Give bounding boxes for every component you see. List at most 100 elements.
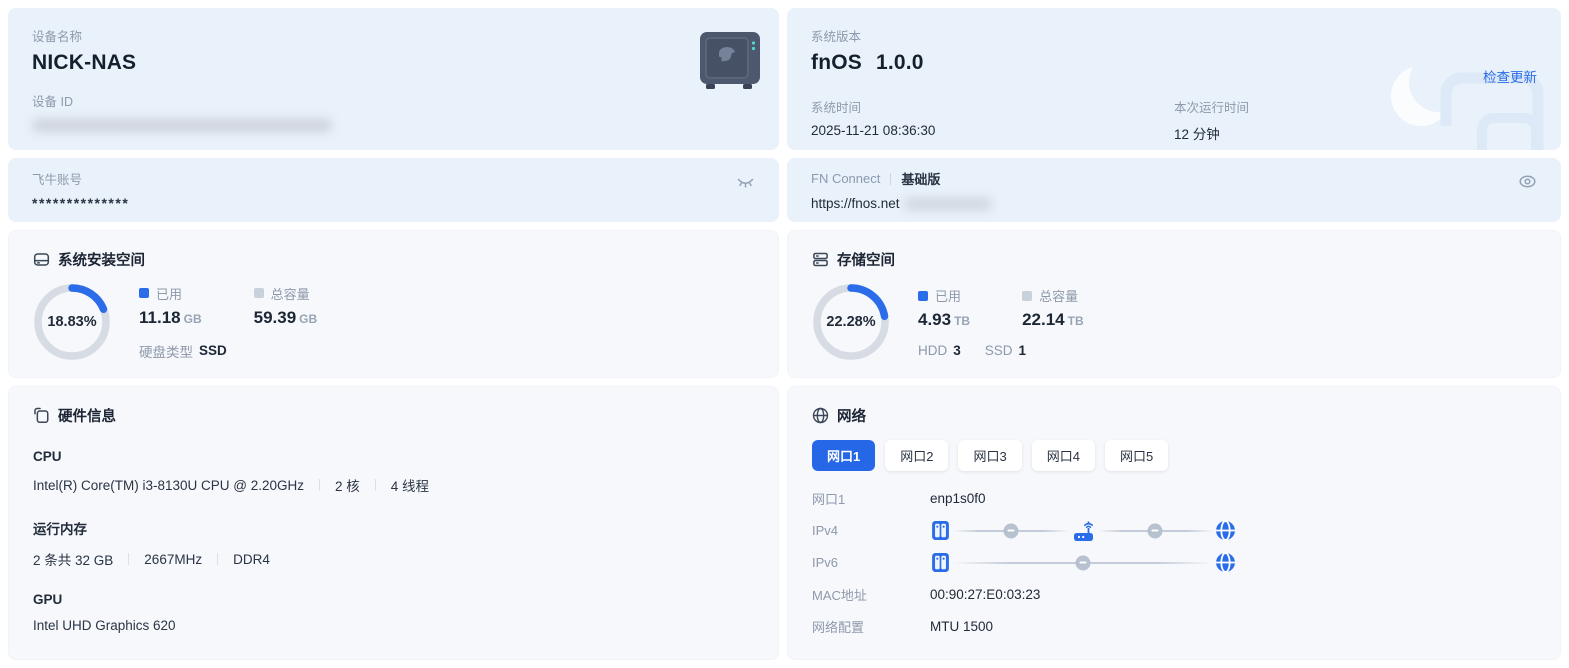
storage-title-row: 存储空间 [812,249,1536,270]
memory-speed: 2667MHz [144,551,203,567]
disk-type-row: 硬盘类型 SSD [139,341,317,361]
nas-device-icon [697,30,763,97]
ssd-label: SSD [984,343,1013,358]
storage-title: 存储空间 [837,253,895,269]
storage-gauge: 22.28% 已用 总容量 4.93 TB 22.14 TB HDD 3 SSD… [812,283,1536,361]
cpu-heading: CPU [33,449,62,464]
link-segment [953,523,1069,538]
device-id-blurred-value [32,119,332,132]
cpu-cores: 2 核 [335,479,360,494]
used-swatch [918,290,928,301]
total-value: 59.39 GB [253,307,318,327]
total-legend-key: 总容量 [253,284,318,303]
memory-heading: 运行内存 [33,522,87,537]
link-segment [953,555,1213,570]
eye-open-icon[interactable] [1516,171,1539,192]
link-status-dot [1075,555,1091,570]
version-card: 系统版本 fnOS 1.0.0 检查更新 系统时间 2025-11-21 08:… [787,8,1561,150]
tab-port-5[interactable]: 网口5 [1104,440,1169,471]
ipv4-topology-diagram [930,520,1236,542]
used-value: 11.18 GB [139,307,202,327]
memory-spec-line: 2 条共 32 GB 2667MHz DDR4 [33,549,754,569]
port-name-value: enp1s0f0 [930,491,986,506]
network-card: 网络 网口1 网口2 网口3 网口4 网口5 网口1 enp1s0f0 IPv4 [787,386,1561,660]
total-label: 总容量 [1039,289,1079,304]
total-swatch [253,288,264,298]
disk-type-value: SSD [199,343,227,358]
tab-port-2[interactable]: 网口2 [885,440,949,471]
version-label: 系统版本 [811,30,862,44]
ipv6-row: IPv6 [812,550,1536,575]
config-row: 网络配置 MTU 1500 [812,614,1536,639]
system-space-percent: 18.83% [47,314,97,330]
used-legend-key: 已用 [918,286,970,305]
uptime-value: 12 分钟 [1174,127,1220,142]
divider [890,172,892,185]
tab-port-1[interactable]: 网口1 [812,440,876,471]
nas-server-icon [932,521,949,540]
hdd-label: HDD [918,343,948,358]
port-name-label: 网口1 [812,492,846,507]
storage-card: 存储空间 22.28% 已用 总容量 4.93 TB 22.14 TB HDD … [787,230,1561,378]
divider [374,479,376,491]
eye-closed-icon[interactable] [734,171,757,192]
hardware-title-row: 硬件信息 [33,405,754,426]
ipv4-label: IPv4 [812,523,839,538]
storage-percent: 22.28% [826,314,876,330]
check-update-link[interactable]: 检查更新 [1483,66,1537,86]
fn-connect-header: FN Connect 基础版 [811,169,1537,188]
account-card: 飞牛账号 ************** [8,158,779,222]
gpu-model: Intel UHD Graphics 620 [33,618,176,633]
mac-value: 00:90:27:E0:03:23 [930,587,1041,602]
gpu-spec-line: Intel UHD Graphics 620 [33,618,754,633]
disk-type-label: 硬盘类型 [139,344,193,360]
nas-server-icon [932,553,949,572]
globe-icon [812,407,829,424]
used-swatch [139,288,149,298]
chip-icon [34,407,49,424]
cpu-spec-line: Intel(R) Core(TM) i3-8130U CPU @ 2.20GHz… [33,475,754,495]
total-label: 总容量 [270,286,310,302]
network-title-row: 网络 [812,405,1536,426]
tab-port-3[interactable]: 网口3 [958,440,1022,471]
mac-row: MAC地址 00:90:27:E0:03:23 [812,582,1536,607]
device-name: NICK-NAS [32,51,137,74]
storage-legend: 已用 总容量 4.93 TB 22.14 TB HDD 3 SSD 1 [918,286,1084,358]
total-value: 22.14 TB [1022,310,1084,329]
device-name-label: 设备名称 [32,30,83,44]
fn-connect-url: https://fnos.net [811,196,900,211]
system-space-title-row: 系统安装空间 [33,249,754,270]
system-space-card: 系统安装空间 18.83% 已用 总容量 11.18 GB 59.39 GB 硬… [8,230,779,378]
fn-connect-card: FN Connect 基础版 https://fnos.net [787,158,1561,222]
storage-donut: 22.28% [812,283,890,361]
config-label: 网络配置 [812,620,865,635]
used-label: 已用 [935,289,962,304]
os-version-line: fnOS 1.0.0 [811,51,1537,75]
divider [217,553,219,565]
ipv4-row: IPv4 [812,518,1536,543]
link-status-dot [1003,523,1019,538]
divider [128,553,130,565]
system-time-column: 系统时间 2025-11-21 08:36:30 [811,97,1174,143]
system-space-legend: 已用 总容量 11.18 GB 59.39 GB 硬盘类型 SSD [139,284,317,361]
tab-port-4[interactable]: 网口4 [1031,440,1095,471]
hdd-count: 3 [953,343,961,358]
cpu-model: Intel(R) Core(TM) i3-8130U CPU @ 2.20GHz [33,477,305,493]
fn-connect-url-blurred [903,197,992,210]
fn-connect-url-row: https://fnos.net [811,196,1537,211]
fn-connect-plan: 基础版 [901,172,941,187]
router-icon [1073,520,1093,541]
total-swatch [1022,290,1033,301]
link-status-dot [1147,523,1163,538]
right-column: 系统版本 fnOS 1.0.0 检查更新 系统时间 2025-11-21 08:… [787,8,1561,660]
hardware-card: 硬件信息 CPU Intel(R) Core(TM) i3-8130U CPU … [8,386,779,660]
left-column: 设备名称 NICK-NAS 设备 ID 飞牛账号 ************** … [8,8,779,660]
mac-label: MAC地址 [812,588,867,603]
system-space-donut: 18.83% [33,283,111,361]
internet-globe-icon [1216,520,1235,541]
system-info-page: 设备名称 NICK-NAS 设备 ID 飞牛账号 ************** … [0,0,1569,668]
config-value: MTU 1500 [930,619,994,634]
network-detail-rows: 网口1 enp1s0f0 IPv4 IPv6 MAC地址 00:90:27:E0… [812,486,1536,639]
divider [319,479,321,491]
memory-type: DDR4 [233,551,270,567]
